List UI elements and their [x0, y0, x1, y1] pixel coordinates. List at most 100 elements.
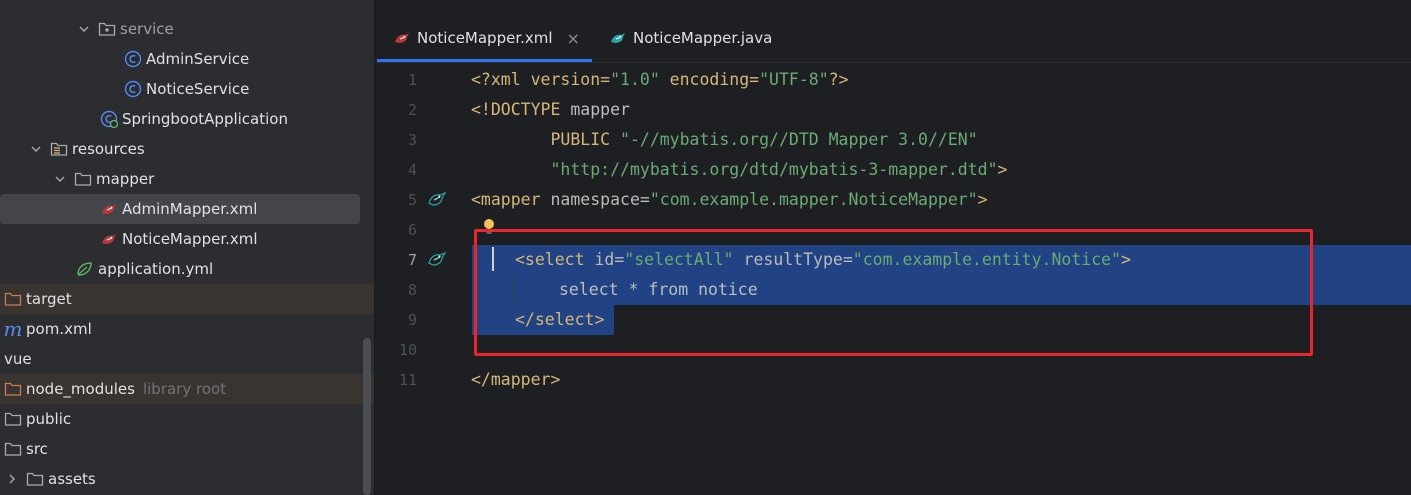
- mybatis-navigate-icon[interactable]: [427, 250, 447, 268]
- folder-icon: [4, 410, 22, 428]
- mybatis-bird-icon: [100, 200, 118, 218]
- tree-item-resources[interactable]: resources: [0, 134, 374, 164]
- tree-item-adminmapper-xml[interactable]: AdminMapper.xml: [0, 194, 360, 224]
- line-number: 4: [407, 161, 417, 179]
- spring-class-icon: [100, 110, 118, 128]
- tree-item-label: NoticeService: [146, 80, 250, 98]
- line-number: 7: [407, 251, 417, 269]
- tag-close: >: [977, 190, 988, 209]
- attr-name: encoding=: [659, 70, 760, 89]
- tree-item-label: mapper: [96, 170, 155, 188]
- tree-item-label: assets: [48, 470, 96, 488]
- tree-item-label: NoticeMapper.xml: [122, 230, 258, 248]
- doctype-keyword: <!DOCTYPE: [471, 100, 571, 119]
- tree-item-label: node_modules: [26, 380, 135, 398]
- active-tab-indicator: [377, 59, 592, 62]
- attr-name: namespace=: [550, 190, 650, 209]
- chevron-down-icon[interactable]: [28, 141, 44, 157]
- tree-item-label: pom.xml: [26, 320, 92, 338]
- tree-item-noticemapper-xml[interactable]: NoticeMapper.xml: [0, 224, 374, 254]
- tree-item-label: vue: [4, 350, 32, 368]
- attr-value: "UTF-8": [759, 70, 829, 89]
- tag-close: ?>: [828, 70, 849, 89]
- line-number: 3: [407, 131, 417, 149]
- code-line-1: <?xml version="1.0" encoding="UTF-8"?>: [471, 65, 849, 95]
- attr-value: "1.0": [610, 70, 660, 89]
- attr-value: "com.example.mapper.NoticeMapper": [649, 190, 978, 209]
- tree-item-node-modules[interactable]: node_modules library root: [0, 374, 374, 404]
- line-number: 1: [407, 71, 417, 89]
- code-line-5: <mapper namespace="com.example.mapper.No…: [471, 185, 988, 215]
- tree-item-label: AdminService: [146, 50, 250, 68]
- mybatis-navigate-icon[interactable]: [427, 190, 447, 208]
- tree-item-label: src: [26, 440, 48, 458]
- tree-item-assets[interactable]: assets: [0, 464, 374, 494]
- editor-tab-bar: NoticeMapper.xml × NoticeMapper.java: [375, 0, 1411, 63]
- tree-item-noticeservice[interactable]: NoticeService: [0, 74, 374, 104]
- doctype-name: mapper: [570, 100, 630, 119]
- mybatis-bird-icon: [100, 230, 118, 248]
- excluded-folder-icon: [4, 290, 22, 308]
- excluded-folder-icon: [4, 380, 22, 398]
- line-number: 11: [398, 371, 417, 389]
- tree-item-label: resources: [72, 140, 145, 158]
- public-id: "-//mybatis.org//DTD Mapper 3.0//EN": [620, 130, 978, 149]
- tree-item-adminservice[interactable]: AdminService: [0, 44, 374, 74]
- package-folder-icon: [98, 20, 116, 38]
- maven-icon: m: [3, 317, 23, 341]
- line-number: 8: [407, 281, 417, 299]
- folder-icon: [26, 470, 44, 488]
- mybatis-bird-icon: [609, 29, 627, 47]
- tree-item-target[interactable]: target: [0, 284, 374, 314]
- mapper-open-tag: <mapper: [471, 190, 551, 209]
- code-line-3: PUBLIC "-//mybatis.org//DTD Mapper 3.0//…: [471, 125, 978, 155]
- class-icon: [124, 80, 142, 98]
- line-number: 6: [407, 221, 417, 239]
- line-number: 5: [407, 191, 417, 209]
- line-number: 10: [398, 341, 417, 359]
- annotation-highlight-box: [474, 229, 1313, 356]
- tree-item-vue[interactable]: vue: [0, 344, 374, 374]
- close-icon[interactable]: ×: [567, 29, 580, 48]
- tree-item-label: service: [120, 20, 174, 38]
- code-line-2: <!DOCTYPE mapper: [471, 95, 630, 125]
- tab-label: NoticeMapper.xml: [417, 29, 553, 47]
- tab-label: NoticeMapper.java: [633, 29, 773, 47]
- mapper-close-tag: </mapper>: [471, 370, 561, 389]
- chevron-right-icon[interactable]: [4, 471, 20, 487]
- tab-noticemapper-xml[interactable]: NoticeMapper.xml ×: [393, 18, 580, 58]
- class-icon: [124, 50, 142, 68]
- project-tree-panel: service AdminService NoticeService Sprin…: [0, 0, 374, 495]
- xml-declaration: <?xml version=: [471, 70, 611, 89]
- tree-item-src[interactable]: src: [0, 434, 374, 464]
- system-id: "http://mybatis.org/dtd/mybatis-3-mapper…: [550, 160, 998, 179]
- tree-item-springbootapplication[interactable]: SpringbootApplication: [0, 104, 374, 134]
- folder-icon: [74, 170, 92, 188]
- tree-scrollbar[interactable]: [363, 338, 371, 495]
- library-root-hint: library root: [142, 380, 227, 398]
- chevron-down-icon[interactable]: [76, 21, 92, 37]
- tab-noticemapper-java[interactable]: NoticeMapper.java: [609, 18, 772, 58]
- tree-item-public[interactable]: public: [0, 404, 374, 434]
- line-number: 2: [407, 101, 417, 119]
- resources-folder-icon: [50, 140, 68, 158]
- tree-item-label: SpringbootApplication: [122, 110, 288, 128]
- code-line-11: </mapper>: [471, 365, 560, 395]
- tree-item-label: application.yml: [98, 260, 214, 278]
- tree-item-application-yml[interactable]: application.yml: [0, 254, 374, 284]
- code-line-4: "http://mybatis.org/dtd/mybatis-3-mapper…: [471, 155, 1007, 185]
- public-keyword: PUBLIC: [471, 130, 621, 149]
- line-number-gutter: 1 2 3 4 5 6 7 8 9 10 11: [375, 65, 467, 495]
- tree-item-service[interactable]: service: [0, 14, 374, 44]
- folder-icon: [4, 440, 22, 458]
- tree-item-mapper[interactable]: mapper: [0, 164, 374, 194]
- spring-leaf-icon: [76, 260, 94, 278]
- mybatis-bird-icon: [393, 29, 411, 47]
- chevron-down-icon[interactable]: [52, 171, 68, 187]
- tag-close: >: [997, 160, 1008, 179]
- tree-item-label: public: [26, 410, 72, 428]
- line-number: 9: [407, 311, 417, 329]
- tree-item-pom-xml[interactable]: m pom.xml: [0, 314, 374, 344]
- tree-item-label: AdminMapper.xml: [122, 200, 258, 218]
